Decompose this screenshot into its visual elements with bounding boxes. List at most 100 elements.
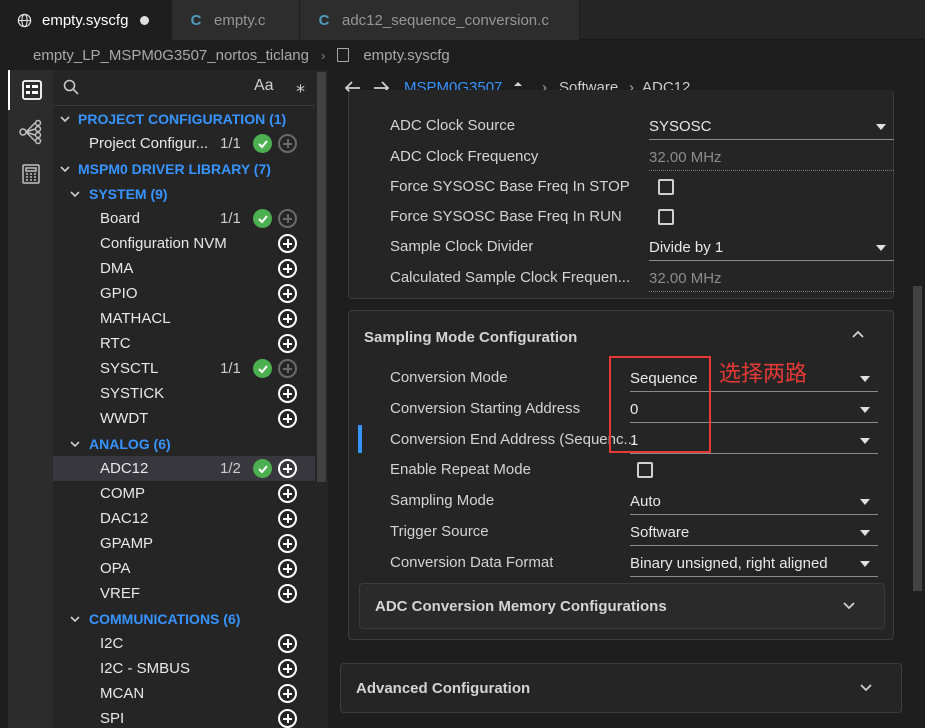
add-icon[interactable]	[278, 584, 297, 603]
add-icon[interactable]	[278, 684, 297, 703]
tab-empty-syscfg[interactable]: empty.syscfg	[0, 0, 172, 40]
tree-item-label: I2C	[100, 635, 124, 652]
tree-item-dac12[interactable]: DAC12	[53, 506, 328, 531]
memory-config-subsection[interactable]: ADC Conversion Memory Configurations	[359, 583, 885, 629]
scrollbar-thumb[interactable]	[913, 286, 922, 591]
tree-item-sysctl[interactable]: SYSCTL 1/1	[53, 356, 328, 381]
readonly-value: 32.00 MHz	[649, 149, 722, 166]
tree-scrollbar[interactable]	[315, 70, 328, 728]
breadcrumb-project[interactable]: empty_LP_MSPM0G3507_nortos_ticlang	[33, 47, 309, 64]
add-icon[interactable]	[278, 284, 297, 303]
trigger-source-select[interactable]: Software	[630, 520, 878, 546]
search-icon[interactable]	[63, 79, 79, 99]
window-edge	[0, 70, 8, 728]
add-icon[interactable]	[278, 559, 297, 578]
add-icon[interactable]	[278, 259, 297, 278]
tree-item-mcan[interactable]: MCAN	[53, 681, 328, 706]
tree-group-driver-library[interactable]: MSPM0 DRIVER LIBRARY (7)	[53, 156, 328, 181]
tree-item-comp[interactable]: COMP	[53, 481, 328, 506]
add-icon[interactable]	[278, 509, 297, 528]
tree-item-adc12[interactable]: ADC12 1/2	[53, 456, 328, 481]
add-disabled-icon	[278, 209, 297, 228]
tab-empty-c[interactable]: C empty.c	[172, 0, 300, 40]
add-icon[interactable]	[278, 634, 297, 653]
file-icon	[337, 48, 350, 62]
enable-repeat-mode-checkbox[interactable]	[637, 462, 653, 478]
tree-item-label: COMP	[100, 485, 145, 502]
adc-clock-source-select[interactable]: SYSOSC	[649, 114, 894, 140]
select-value: Auto	[630, 493, 661, 510]
add-icon[interactable]	[278, 484, 297, 503]
unsaved-dot-icon	[140, 15, 150, 25]
add-icon[interactable]	[278, 234, 297, 253]
tree-item-label: VREF	[100, 585, 141, 602]
tree-item-mathacl[interactable]: MATHACL	[53, 306, 328, 331]
tree-item-label: MATHACL	[100, 310, 171, 327]
tree-item-configuration-nvm[interactable]: Configuration NVM	[53, 231, 328, 256]
add-icon[interactable]	[278, 309, 297, 328]
tree-item-systick[interactable]: SYSTICK	[53, 381, 328, 406]
c-file-icon: C	[318, 11, 330, 29]
clock-config-card: ADC Clock Source SYSOSC ADC Clock Freque…	[348, 90, 894, 299]
check-circle-icon	[253, 359, 272, 378]
tree-group-analog[interactable]: ANALOG (6)	[53, 431, 328, 456]
tree-group-label: PROJECT CONFIGURATION (1)	[78, 110, 287, 127]
tree-view-icon[interactable]	[8, 70, 53, 110]
tree-item-project-configuration[interactable]: Project Configur... 1/1	[53, 131, 328, 156]
calculator-icon[interactable]	[8, 154, 53, 194]
tree-item-i2c[interactable]: I2C	[53, 631, 328, 656]
tree-item-spi[interactable]: SPI	[53, 706, 328, 728]
config-scrollbar[interactable]	[910, 106, 925, 728]
sample-clock-divider-select[interactable]: Divide by 1	[649, 235, 894, 261]
tree-item-label: WWDT	[100, 410, 149, 427]
prop-label-calculated-sample-clock: Calculated Sample Clock Frequen...	[390, 269, 631, 286]
conversion-data-format-select[interactable]: Binary unsigned, right aligned	[630, 551, 878, 577]
tree-item-dma[interactable]: DMA	[53, 256, 328, 281]
activity-bar	[8, 70, 53, 728]
breadcrumb: empty_LP_MSPM0G3507_nortos_ticlang › emp…	[0, 40, 925, 70]
add-icon[interactable]	[278, 384, 297, 403]
tree-group-communications[interactable]: COMMUNICATIONS (6)	[53, 606, 328, 631]
chevron-up-icon[interactable]	[851, 327, 865, 345]
prop-label-force-sysosc-stop: Force SYSOSC Base Freq In STOP ...	[390, 178, 635, 195]
tab-adc12-sequence-conversion-c[interactable]: C adc12_sequence_conversion.c	[300, 0, 580, 40]
scrollbar-thumb[interactable]	[317, 72, 326, 482]
add-icon[interactable]	[278, 709, 297, 728]
add-icon[interactable]	[278, 534, 297, 553]
tab-label: empty.syscfg	[42, 11, 129, 29]
force-sysosc-stop-checkbox[interactable]	[658, 179, 674, 195]
tree-search-bar[interactable]: Aa ⁎	[53, 70, 328, 106]
tree-item-gpio[interactable]: GPIO	[53, 281, 328, 306]
chevron-down-icon	[60, 115, 70, 122]
add-icon[interactable]	[278, 334, 297, 353]
add-icon[interactable]	[278, 459, 297, 478]
hierarchy-icon[interactable]	[8, 112, 53, 152]
chevron-down-icon[interactable]	[842, 598, 856, 616]
tree-item-wwdt[interactable]: WWDT	[53, 406, 328, 431]
tree-group-label: SYSTEM (9)	[89, 185, 168, 202]
tree-group-system[interactable]: SYSTEM (9)	[53, 181, 328, 206]
match-case-toggle[interactable]: Aa	[254, 77, 274, 95]
force-sysosc-run-checkbox[interactable]	[658, 209, 674, 225]
select-value: Binary unsigned, right aligned	[630, 555, 828, 572]
tree-item-rtc[interactable]: RTC	[53, 331, 328, 356]
tree-item-vref[interactable]: VREF	[53, 581, 328, 606]
tree-item-i2c-smbus[interactable]: I2C - SMBUS	[53, 656, 328, 681]
prop-label-sample-clock-divider: Sample Clock Divider	[390, 238, 534, 255]
tree-item-board[interactable]: Board 1/1	[53, 206, 328, 231]
tree-item-gpamp[interactable]: GPAMP	[53, 531, 328, 556]
prop-label-force-sysosc-run: Force SYSOSC Base Freq In RUN	[390, 208, 622, 225]
add-icon[interactable]	[278, 659, 297, 678]
tree-item-opa[interactable]: OPA	[53, 556, 328, 581]
dropdown-caret-icon	[876, 245, 886, 251]
breadcrumb-file[interactable]: empty.syscfg	[363, 47, 449, 64]
tree-item-label: Configuration NVM	[100, 235, 227, 252]
tree-group-label: MSPM0 DRIVER LIBRARY (7)	[78, 160, 271, 177]
chevron-down-icon[interactable]	[859, 680, 873, 698]
sampling-mode-select[interactable]: Auto	[630, 489, 878, 515]
tree-group-project-configuration[interactable]: PROJECT CONFIGURATION (1)	[53, 106, 328, 131]
advanced-config-card[interactable]: Advanced Configuration	[340, 663, 902, 713]
asterisk-icon[interactable]: ⁎	[296, 76, 305, 97]
chevron-down-icon	[70, 440, 80, 447]
add-icon[interactable]	[278, 409, 297, 428]
